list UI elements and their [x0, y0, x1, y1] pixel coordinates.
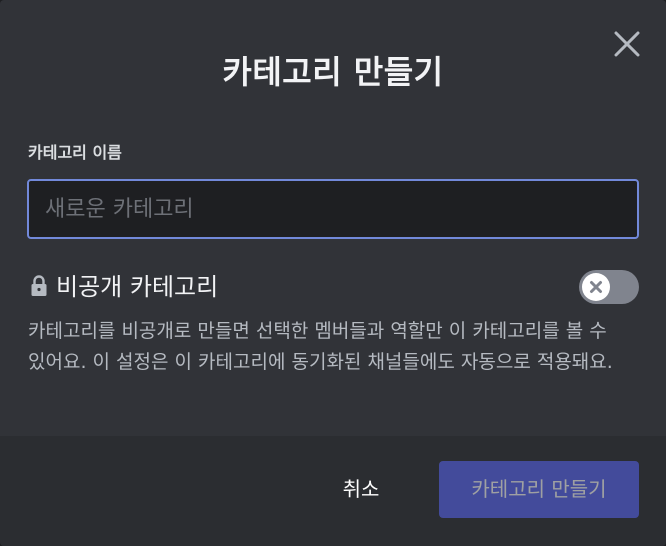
x-icon: [590, 281, 602, 293]
private-category-toggle[interactable]: [579, 270, 639, 304]
create-category-button[interactable]: 카테고리 만들기: [439, 461, 639, 518]
toggle-knob: [582, 273, 610, 301]
private-category-row: 비공개 카테고리: [28, 268, 640, 306]
modal-title: 카테고리 만들기: [222, 53, 444, 91]
private-category-description: 카테고리를 비공개로 만들면 선택한 멤버들과 역할만 이 카테고리를 볼 수 …: [28, 320, 613, 373]
lock-icon: [30, 274, 48, 298]
private-category-label: 비공개 카테고리: [56, 273, 219, 301]
category-name-input[interactable]: [27, 179, 639, 239]
category-name-label: 카테고리 이름: [28, 143, 122, 162]
create-category-modal: 카테고리 만들기 카테고리 이름 비공개 카테고리 카테고리를 비공개로 만들면…: [0, 0, 666, 546]
modal-footer: 취소 카테고리 만들기: [0, 436, 666, 546]
cancel-button[interactable]: 취소: [296, 461, 426, 517]
